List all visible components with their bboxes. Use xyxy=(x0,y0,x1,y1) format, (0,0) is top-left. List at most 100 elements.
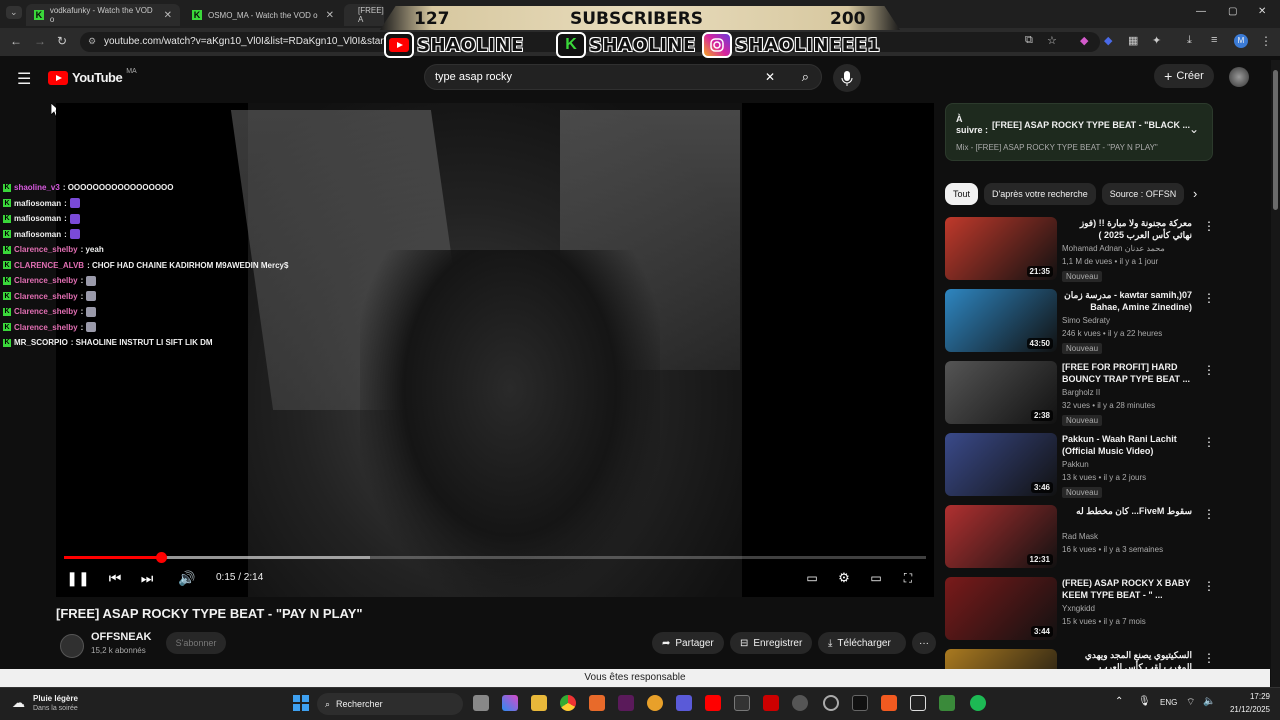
tab-search-icon[interactable]: ⌄ xyxy=(6,6,22,19)
more-options-icon[interactable]: ⋮ xyxy=(1203,507,1215,521)
tab-youtube[interactable]: [FREE] A xyxy=(344,4,384,26)
maximize-icon[interactable]: ▢ xyxy=(1228,6,1237,17)
media-icon[interactable]: ≡ xyxy=(1211,34,1217,46)
teams-icon[interactable] xyxy=(676,695,692,711)
recommendation-channel[interactable]: Mohamad Adnan محمد عدنان xyxy=(1062,244,1165,253)
youtube-logo[interactable]: YouTube MA xyxy=(48,68,137,85)
tab-vodkafunky[interactable]: K vodkafunky - Watch the VOD o ✕ xyxy=(26,4,180,26)
search-icon[interactable]: ⌕ xyxy=(802,69,809,85)
save-button[interactable]: ⊟ Enregistrer xyxy=(730,632,812,654)
forward-icon[interactable]: → xyxy=(34,34,46,48)
recommendation-channel[interactable]: Pakkun xyxy=(1062,460,1089,469)
subscribe-button[interactable]: S'abonner xyxy=(166,632,226,654)
puzzle-icon[interactable]: ✦ xyxy=(1152,34,1161,47)
app-icon[interactable] xyxy=(852,695,868,711)
app-icon[interactable] xyxy=(910,695,926,711)
video-thumbnail[interactable]: 2:38 xyxy=(945,361,1057,424)
close-icon[interactable]: ✕ xyxy=(326,10,334,21)
recommendation-title[interactable]: سقوط FiveM... كان مخطط له xyxy=(1062,505,1192,517)
recommendation-item[interactable]: 3:46 Pakkun - Waah Rani Lachit (Official … xyxy=(945,433,1215,499)
cast-icon[interactable]: ⧉ xyxy=(1025,34,1033,47)
extension-icon[interactable]: ◆ xyxy=(1080,34,1088,47)
chevron-right-icon[interactable]: › xyxy=(1193,186,1197,201)
more-options-icon[interactable]: ⋮ xyxy=(1203,291,1215,305)
microphone-icon[interactable]: 🎙 xyxy=(1138,696,1151,707)
clock-time[interactable]: 17:29 xyxy=(1226,692,1270,701)
profile-avatar[interactable]: M xyxy=(1234,34,1248,48)
app-icon[interactable] xyxy=(647,695,663,711)
brave-icon[interactable] xyxy=(881,695,897,711)
filter-chip[interactable]: Source : OFFSN xyxy=(1101,183,1185,205)
chevron-down-icon[interactable]: ⌄ xyxy=(1189,122,1199,136)
volume-icon[interactable]: 🔊 xyxy=(177,570,197,586)
extension-icon[interactable]: ◆ xyxy=(1104,34,1112,47)
recommendation-item[interactable]: 21:35 معركة مجنونة ولا مبارة !! (فوز نهائ… xyxy=(945,217,1215,283)
app-icon[interactable] xyxy=(792,695,808,711)
recommendation-channel[interactable]: Simo Sedraty xyxy=(1062,316,1110,325)
app-icon[interactable] xyxy=(734,695,750,711)
recommendation-item[interactable]: 43:50 kawtar samih,)07 - مدرسة زمان (Baha… xyxy=(945,289,1215,355)
download-button[interactable]: ⤓ Télécharger xyxy=(818,632,906,654)
app-icon[interactable] xyxy=(618,695,634,711)
close-window-icon[interactable]: ✕ xyxy=(1258,6,1266,17)
bookmark-star-icon[interactable]: ☆ xyxy=(1047,34,1057,47)
app-icon[interactable] xyxy=(823,695,839,711)
recommendation-title[interactable]: (FREE) ASAP ROCKY X BABY KEEM TYPE BEAT … xyxy=(1062,577,1192,601)
filter-chip[interactable]: Tout xyxy=(945,183,979,205)
clear-search-icon[interactable]: ✕ xyxy=(765,70,775,84)
more-options-icon[interactable]: ⋮ xyxy=(1203,363,1215,377)
copilot-icon[interactable] xyxy=(502,695,518,711)
pause-icon[interactable]: ❚❚ xyxy=(66,570,89,586)
taskbar-search[interactable]: ⌕ Rechercher xyxy=(317,693,463,715)
task-view-icon[interactable] xyxy=(473,695,489,711)
channel-avatar[interactable] xyxy=(60,634,84,658)
file-explorer-icon[interactable] xyxy=(531,695,547,711)
video-thumbnail[interactable]: 3:46 xyxy=(945,433,1057,496)
up-next-panel[interactable]: À suivre : [FREE] ASAP ROCKY TYPE BEAT -… xyxy=(945,103,1213,161)
more-options-icon[interactable]: ⋮ xyxy=(1203,435,1215,449)
clock-date[interactable]: 21/12/2025 xyxy=(1220,705,1270,714)
video-thumbnail[interactable]: 12:31 xyxy=(945,505,1057,568)
menu-dots-icon[interactable]: ⋮ xyxy=(1260,34,1272,48)
extension-icon[interactable]: ▦ xyxy=(1128,34,1138,47)
weather-icon[interactable]: ☁ xyxy=(12,695,25,711)
fullscreen-icon[interactable]: ⛶ xyxy=(898,570,918,586)
more-options-icon[interactable]: ⋮ xyxy=(1203,579,1215,593)
app-icon[interactable] xyxy=(939,695,955,711)
recommendation-channel[interactable]: Yxngkidd xyxy=(1062,604,1095,613)
next-icon[interactable]: ⏭ xyxy=(137,570,157,586)
recommendation-title[interactable]: [FREE FOR PROFIT] HARD BOUNCY TRAP TYPE … xyxy=(1062,361,1192,385)
app-icon[interactable] xyxy=(589,695,605,711)
hamburger-menu-icon[interactable]: ☰ xyxy=(17,69,31,89)
back-icon[interactable]: ← xyxy=(10,34,22,48)
video-thumbnail[interactable]: 21:35 xyxy=(945,217,1057,280)
video-thumbnail[interactable]: 43:50 xyxy=(945,289,1057,352)
site-info-icon[interactable]: ⚙ xyxy=(88,36,96,47)
spotify-icon[interactable] xyxy=(970,695,986,711)
recommendation-title[interactable]: kawtar samih,)07 - مدرسة زمان (Bahae, Am… xyxy=(1062,289,1192,313)
subtitles-icon[interactable]: ▭ xyxy=(802,570,822,586)
filter-chip[interactable]: D'après votre recherche xyxy=(984,183,1096,205)
more-actions-button[interactable]: ··· xyxy=(912,632,936,654)
previous-icon[interactable]: ⏮ xyxy=(105,570,125,586)
share-button[interactable]: ➦ Partager xyxy=(652,632,724,654)
theater-mode-icon[interactable]: ▭ xyxy=(866,570,886,586)
language-indicator[interactable]: ENG xyxy=(1160,698,1177,707)
netflix-icon[interactable] xyxy=(763,695,779,711)
windows-start-icon[interactable] xyxy=(293,695,309,711)
recommendation-title[interactable]: Pakkun - Waah Rani Lachit (Official Musi… xyxy=(1062,433,1192,457)
reload-icon[interactable]: ↻ xyxy=(57,34,67,48)
download-icon[interactable]: ⤓ xyxy=(1187,34,1192,47)
recommendation-item[interactable]: 2:38 [FREE FOR PROFIT] HARD BOUNCY TRAP T… xyxy=(945,361,1215,427)
account-avatar[interactable] xyxy=(1229,67,1249,87)
minimize-icon[interactable]: — xyxy=(1196,6,1206,17)
tray-chevron-icon[interactable]: ⌃ xyxy=(1115,696,1123,707)
close-icon[interactable]: ✕ xyxy=(164,10,172,21)
recommendation-channel[interactable]: Bargholz II xyxy=(1062,388,1100,397)
wifi-icon[interactable]: ⌔ xyxy=(1186,696,1195,709)
scrollbar-thumb[interactable] xyxy=(1273,70,1278,210)
recommendation-channel[interactable]: Rad Mask xyxy=(1062,532,1098,541)
youtube-icon[interactable] xyxy=(705,695,721,711)
recommendation-title[interactable]: معركة مجنونة ولا مبارة !! (فوز نهائي كأس… xyxy=(1062,217,1192,241)
recommendation-item[interactable]: 3:44 (FREE) ASAP ROCKY X BABY KEEM TYPE B… xyxy=(945,577,1215,643)
